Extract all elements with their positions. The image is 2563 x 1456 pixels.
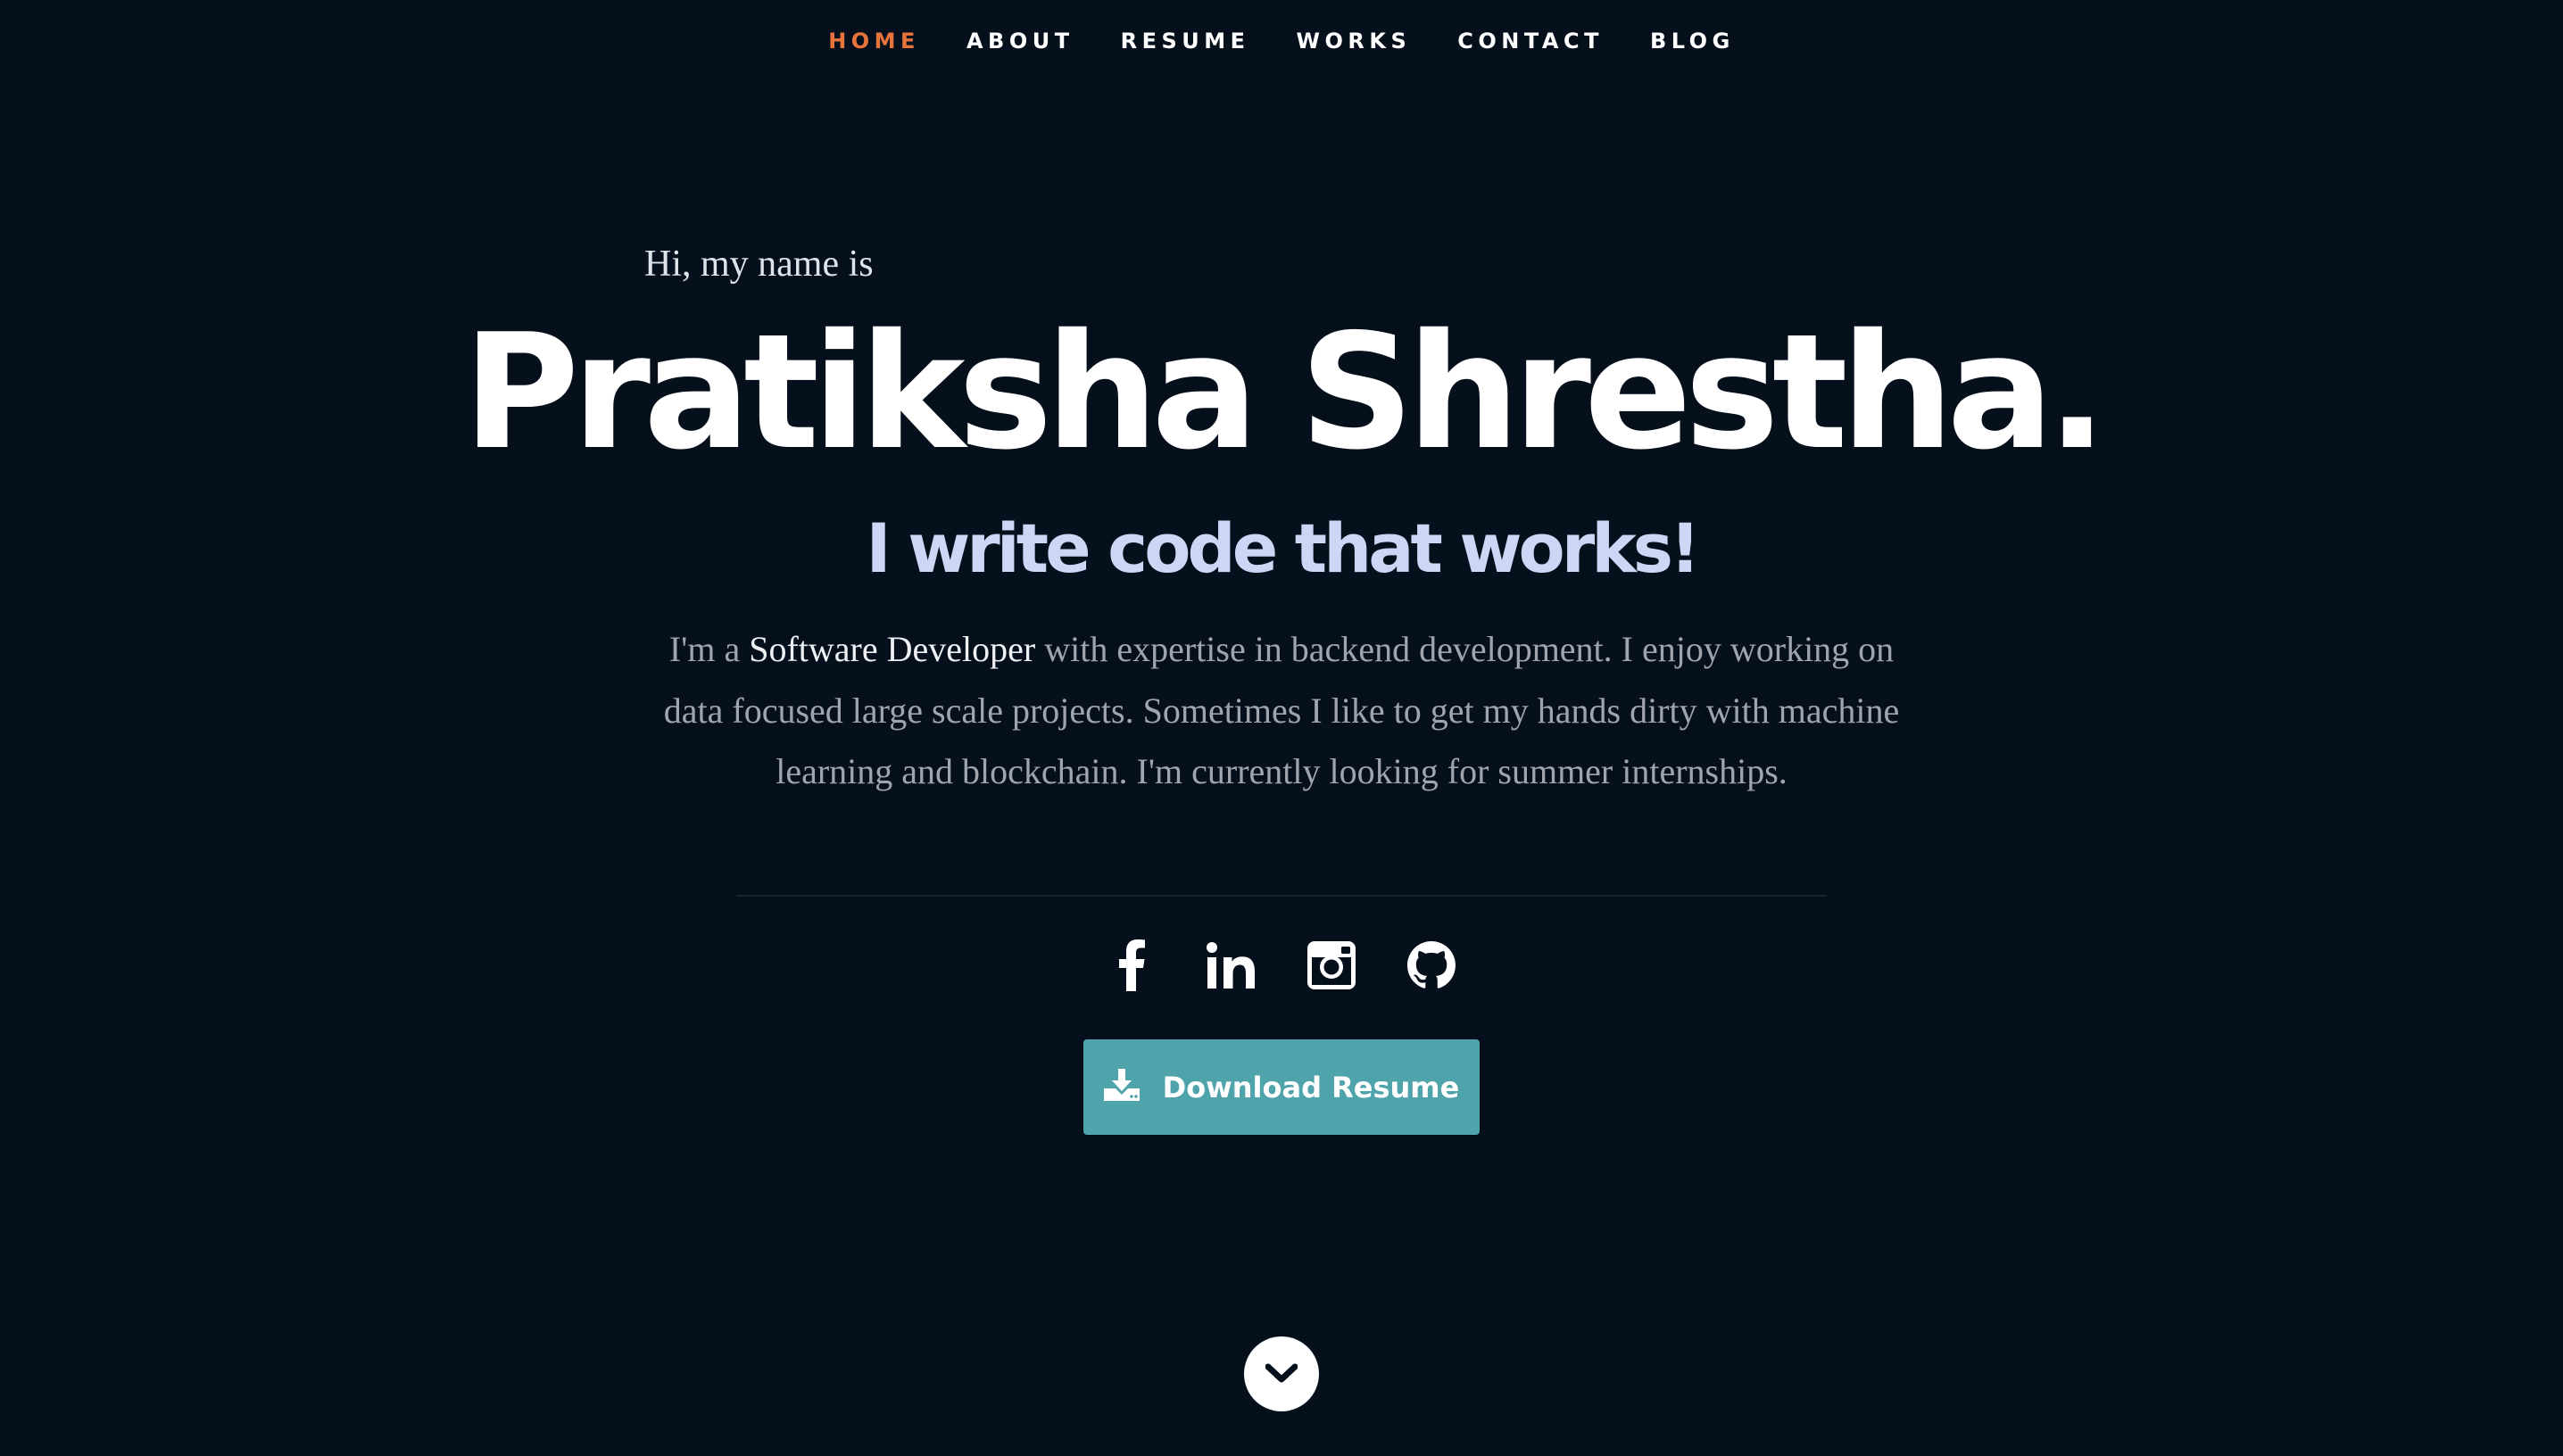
hero-name: Pratiksha Shrestha.	[462, 300, 2108, 484]
download-resume-label: Download Resume	[1162, 1070, 1460, 1104]
greeting-text: Hi, my name is	[644, 244, 874, 285]
social-links	[0, 939, 2563, 992]
github-icon[interactable]	[1405, 939, 1458, 992]
hero-tagline: I write code that works!	[866, 509, 1700, 588]
bio-highlight: Software Developer	[749, 629, 1036, 669]
nav-about[interactable]: ABOUT	[966, 29, 1074, 54]
nav-resume[interactable]: RESUME	[1121, 29, 1250, 54]
bio-paragraph: I'm a Software Developer with expertise …	[648, 619, 1915, 803]
nav-home[interactable]: HOME	[828, 29, 920, 54]
nav-works[interactable]: WORKS	[1297, 29, 1412, 54]
facebook-icon[interactable]	[1105, 939, 1158, 992]
nav-contact[interactable]: CONTACT	[1457, 29, 1604, 54]
instagram-icon[interactable]	[1305, 939, 1358, 992]
scroll-down-button[interactable]	[1244, 1336, 1319, 1411]
nav-blog[interactable]: BLOG	[1650, 29, 1735, 54]
download-icon	[1103, 1069, 1140, 1105]
bio-prefix: I'm a	[668, 629, 741, 669]
main-nav: HOME ABOUT RESUME WORKS CONTACT BLOG	[0, 0, 2563, 82]
divider	[736, 895, 1827, 897]
chevron-down-icon	[1265, 1363, 1298, 1383]
linkedin-icon[interactable]	[1205, 939, 1258, 992]
download-resume-button[interactable]: Download Resume	[1083, 1039, 1480, 1135]
